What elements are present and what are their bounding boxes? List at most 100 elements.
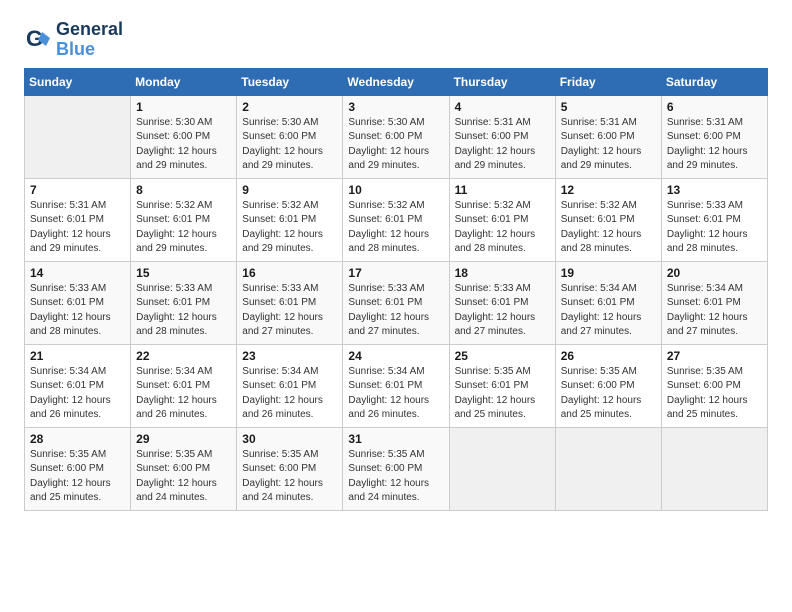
calendar-cell: 10 Sunrise: 5:32 AMSunset: 6:01 PMDayligh… [343, 178, 449, 261]
calendar-cell: 26 Sunrise: 5:35 AMSunset: 6:00 PMDayligh… [555, 344, 661, 427]
calendar-cell: 18Sunrise: 5:33 AMSunset: 6:01 PMDayligh… [449, 261, 555, 344]
calendar-week-row: 7 Sunrise: 5:31 AMSunset: 6:01 PMDaylight… [25, 178, 768, 261]
day-number: 5 [561, 100, 656, 114]
calendar-cell: 6Sunrise: 5:31 AMSunset: 6:00 PMDaylight… [661, 95, 767, 178]
day-detail: Sunrise: 5:33 AMSunset: 6:01 PMDaylight:… [136, 283, 217, 338]
day-number: 30 [242, 432, 337, 446]
day-number: 23 [242, 349, 337, 363]
day-detail: Sunrise: 5:34 AMSunset: 6:01 PMDaylight:… [667, 283, 748, 338]
calendar-header-row: SundayMondayTuesdayWednesdayThursdayFrid… [25, 68, 768, 95]
day-number: 18 [455, 266, 550, 280]
calendar-cell: 11 Sunrise: 5:32 AMSunset: 6:01 PMDayligh… [449, 178, 555, 261]
day-number: 31 [348, 432, 443, 446]
calendar-cell: 2 Sunrise: 5:30 AMSunset: 6:00 PMDaylight… [237, 95, 343, 178]
calendar-cell: 15 Sunrise: 5:33 AMSunset: 6:01 PMDayligh… [131, 261, 237, 344]
day-number: 27 [667, 349, 762, 363]
day-detail: Sunrise: 5:35 AMSunset: 6:00 PMDaylight:… [242, 449, 323, 504]
weekday-header: Sunday [25, 68, 131, 95]
day-detail: Sunrise: 5:31 AMSunset: 6:00 PMDaylight:… [561, 117, 642, 172]
day-detail: Sunrise: 5:35 AMSunset: 6:00 PMDaylight:… [667, 366, 748, 421]
day-detail: Sunrise: 5:33 AMSunset: 6:01 PMDaylight:… [667, 200, 748, 255]
day-number: 17 [348, 266, 443, 280]
calendar-cell: 22 Sunrise: 5:34 AMSunset: 6:01 PMDayligh… [131, 344, 237, 427]
day-detail: Sunrise: 5:35 AMSunset: 6:01 PMDaylight:… [455, 366, 536, 421]
day-number: 28 [30, 432, 125, 446]
day-number: 26 [561, 349, 656, 363]
weekday-header: Monday [131, 68, 237, 95]
day-number: 22 [136, 349, 231, 363]
weekday-header: Thursday [449, 68, 555, 95]
day-detail: Sunrise: 5:30 AMSunset: 6:00 PMDaylight:… [348, 117, 429, 172]
calendar-week-row: 21 Sunrise: 5:34 AMSunset: 6:01 PMDayligh… [25, 344, 768, 427]
day-number: 4 [455, 100, 550, 114]
calendar-cell: 8Sunrise: 5:32 AMSunset: 6:01 PMDaylight… [131, 178, 237, 261]
weekday-header: Tuesday [237, 68, 343, 95]
day-detail: Sunrise: 5:32 AMSunset: 6:01 PMDaylight:… [455, 200, 536, 255]
calendar-cell: 21Sunrise: 5:34 AMSunset: 6:01 PMDayligh… [25, 344, 131, 427]
calendar-cell: 19 Sunrise: 5:34 AMSunset: 6:01 PMDayligh… [555, 261, 661, 344]
calendar-cell: 4Sunrise: 5:31 AMSunset: 6:00 PMDaylight… [449, 95, 555, 178]
calendar-cell: 27 Sunrise: 5:35 AMSunset: 6:00 PMDayligh… [661, 344, 767, 427]
calendar-cell [555, 427, 661, 510]
calendar-cell: 13 Sunrise: 5:33 AMSunset: 6:01 PMDayligh… [661, 178, 767, 261]
calendar-cell: 24 Sunrise: 5:34 AMSunset: 6:01 PMDayligh… [343, 344, 449, 427]
day-number: 10 [348, 183, 443, 197]
day-detail: Sunrise: 5:32 AMSunset: 6:01 PMDaylight:… [561, 200, 642, 255]
day-number: 2 [242, 100, 337, 114]
day-detail: Sunrise: 5:34 AMSunset: 6:01 PMDaylight:… [242, 366, 323, 421]
day-number: 15 [136, 266, 231, 280]
day-number: 9 [242, 183, 337, 197]
day-detail: Sunrise: 5:31 AMSunset: 6:01 PMDaylight:… [30, 200, 111, 255]
weekday-header: Wednesday [343, 68, 449, 95]
calendar-table: SundayMondayTuesdayWednesdayThursdayFrid… [24, 68, 768, 511]
day-detail: Sunrise: 5:34 AMSunset: 6:01 PMDaylight:… [136, 366, 217, 421]
day-detail: Sunrise: 5:33 AMSunset: 6:01 PMDaylight:… [30, 283, 111, 338]
day-number: 13 [667, 183, 762, 197]
calendar-cell: 9Sunrise: 5:32 AMSunset: 6:01 PMDaylight… [237, 178, 343, 261]
calendar-cell: 3 Sunrise: 5:30 AMSunset: 6:00 PMDaylight… [343, 95, 449, 178]
day-detail: Sunrise: 5:35 AMSunset: 6:00 PMDaylight:… [561, 366, 642, 421]
calendar-cell: 20 Sunrise: 5:34 AMSunset: 6:01 PMDayligh… [661, 261, 767, 344]
day-detail: Sunrise: 5:34 AMSunset: 6:01 PMDaylight:… [561, 283, 642, 338]
day-detail: Sunrise: 5:30 AMSunset: 6:00 PMDaylight:… [242, 117, 323, 172]
weekday-header: Saturday [661, 68, 767, 95]
day-number: 25 [455, 349, 550, 363]
day-number: 7 [30, 183, 125, 197]
day-number: 3 [348, 100, 443, 114]
day-detail: Sunrise: 5:30 AMSunset: 6:00 PMDaylight:… [136, 117, 217, 172]
day-detail: Sunrise: 5:31 AMSunset: 6:00 PMDaylight:… [667, 117, 748, 172]
day-number: 19 [561, 266, 656, 280]
day-number: 12 [561, 183, 656, 197]
page-header: G General Blue [24, 20, 768, 60]
calendar-week-row: 14 Sunrise: 5:33 AMSunset: 6:01 PMDayligh… [25, 261, 768, 344]
calendar-cell: 16Sunrise: 5:33 AMSunset: 6:01 PMDayligh… [237, 261, 343, 344]
calendar-cell: 7 Sunrise: 5:31 AMSunset: 6:01 PMDaylight… [25, 178, 131, 261]
day-detail: Sunrise: 5:35 AMSunset: 6:00 PMDaylight:… [348, 449, 429, 504]
day-number: 24 [348, 349, 443, 363]
day-number: 21 [30, 349, 125, 363]
day-detail: Sunrise: 5:34 AMSunset: 6:01 PMDaylight:… [348, 366, 429, 421]
calendar-cell: 5 Sunrise: 5:31 AMSunset: 6:00 PMDaylight… [555, 95, 661, 178]
logo: G General Blue [24, 20, 123, 60]
calendar-week-row: 1 Sunrise: 5:30 AMSunset: 6:00 PMDaylight… [25, 95, 768, 178]
day-number: 8 [136, 183, 231, 197]
day-number: 29 [136, 432, 231, 446]
day-detail: Sunrise: 5:32 AMSunset: 6:01 PMDaylight:… [348, 200, 429, 255]
calendar-cell: 31 Sunrise: 5:35 AMSunset: 6:00 PMDayligh… [343, 427, 449, 510]
calendar-cell: 25 Sunrise: 5:35 AMSunset: 6:01 PMDayligh… [449, 344, 555, 427]
calendar-body: 1 Sunrise: 5:30 AMSunset: 6:00 PMDaylight… [25, 95, 768, 510]
day-number: 16 [242, 266, 337, 280]
calendar-cell [661, 427, 767, 510]
logo-icon: G [24, 26, 52, 54]
day-number: 20 [667, 266, 762, 280]
day-number: 14 [30, 266, 125, 280]
day-number: 1 [136, 100, 231, 114]
day-number: 11 [455, 183, 550, 197]
day-detail: Sunrise: 5:35 AMSunset: 6:00 PMDaylight:… [30, 449, 111, 504]
calendar-cell: 1 Sunrise: 5:30 AMSunset: 6:00 PMDaylight… [131, 95, 237, 178]
calendar-cell: 30 Sunrise: 5:35 AMSunset: 6:00 PMDayligh… [237, 427, 343, 510]
calendar-cell [449, 427, 555, 510]
calendar-cell: 29Sunrise: 5:35 AMSunset: 6:00 PMDayligh… [131, 427, 237, 510]
calendar-cell [25, 95, 131, 178]
calendar-cell: 12 Sunrise: 5:32 AMSunset: 6:01 PMDayligh… [555, 178, 661, 261]
